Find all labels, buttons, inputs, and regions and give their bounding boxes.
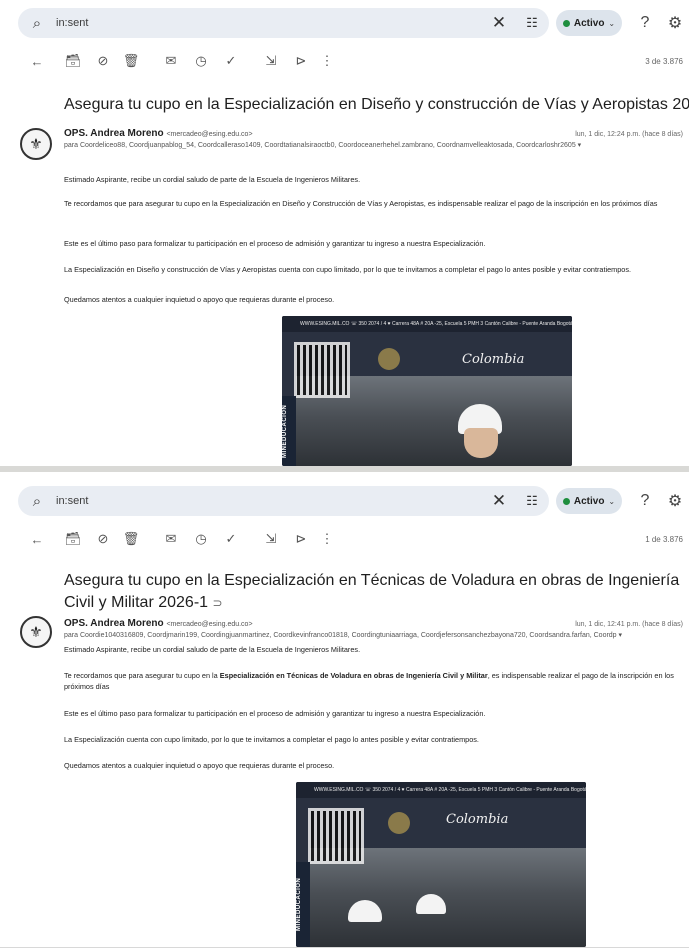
email-greeting: Estimado Aspirante, recibe un cordial sa… (64, 175, 361, 184)
banner-brand: Colombia (446, 812, 509, 827)
search-input[interactable]: in:sent (56, 495, 483, 507)
sender-line: OPS. Andrea Moreno <mercadeo@esing.edu.c… (64, 618, 253, 629)
move-to-icon[interactable]: ⇲ (262, 531, 280, 547)
email-date: lun, 1 dic, 12:24 p.m. (hace 8 días) (575, 131, 683, 138)
crest-icon: ⚜ (29, 136, 43, 153)
archive-icon[interactable]: 🗃 (64, 531, 82, 547)
email-date: lun, 1 dic, 12:41 p.m. (hace 8 días) (575, 621, 683, 628)
sender-line: OPS. Andrea Moreno <mercadeo@esing.edu.c… (64, 128, 253, 139)
sender-name: OPS. Andrea Moreno (64, 618, 164, 629)
para1-prefix: Te recordamos que para asegurar tu cupo … (64, 199, 658, 208)
add-task-icon[interactable]: ✓ (222, 531, 240, 547)
promo-banner-image: WWW.ESING.MIL.CO ☏ 350 2074 / 4 ♥ Carrer… (296, 782, 586, 947)
person-image (464, 428, 498, 458)
label-tag-icon[interactable]: ⊃ (213, 596, 223, 610)
crest-icon: ⚜ (29, 624, 43, 641)
para1-bold: Especialización en Técnicas de Voladura … (219, 671, 488, 680)
banner-contact-line: WWW.ESING.MIL.CO ☏ 350 2074 / 4 ♥ Carrer… (296, 782, 586, 798)
sender-avatar: ⚜ (20, 128, 52, 160)
report-spam-icon[interactable]: ⊘ (94, 53, 112, 69)
message-count: 3 de 3.876 (645, 56, 683, 66)
report-spam-icon[interactable]: ⊘ (94, 531, 112, 547)
mark-unread-icon[interactable]: ✉ (162, 53, 180, 69)
para1-prefix: Te recordamos que para asegurar tu cupo … (64, 671, 220, 680)
chevron-down-icon: ⌄ (608, 496, 616, 506)
email-subject: Asegura tu cupo en la Especialización en… (64, 570, 689, 614)
label-icon[interactable]: ⊳ (292, 531, 310, 547)
banner-brand: Colombia (462, 352, 525, 367)
email-paragraph-1: Te recordamos que para asegurar tu cupo … (64, 198, 683, 209)
archive-icon[interactable]: 🗃 (64, 53, 82, 69)
promo-banner-image: WWW.ESING.MIL.CO ☏ 350 2074 / 4 ♥ Carrer… (282, 316, 572, 466)
search-input[interactable]: in:sent (56, 17, 483, 29)
search-bar[interactable]: ⌕ in:sent ✕ ☷ (18, 8, 549, 38)
email-paragraph-4: Quedamos atentos a cualquier inquietud o… (64, 761, 335, 770)
search-options-icon[interactable]: ☷ (515, 493, 549, 509)
email-paragraph-3: La Especialización cuenta con cupo limit… (64, 735, 479, 744)
search-bar[interactable]: ⌕ in:sent ✕ ☷ (18, 486, 549, 516)
delete-icon[interactable]: 🗑 (122, 53, 140, 69)
status-label: Activo (573, 17, 605, 29)
back-arrow-icon[interactable]: ← (28, 532, 46, 547)
help-icon[interactable]: ? (634, 12, 656, 34)
status-dot (562, 497, 570, 505)
status-selector[interactable]: Activo ⌄ (556, 10, 622, 36)
recipients-line[interactable]: para Coordie1040316809, Coordjmarin199, … (64, 631, 683, 639)
clear-search-icon[interactable]: ✕ (483, 491, 515, 511)
gear-icon[interactable]: ⚙ (664, 12, 686, 34)
message-toolbar: ← 🗃 ⊘ 🗑 ✉ ◷ ✓ ⇲ ⊳ ⋮ 3 de 3.876 (0, 48, 689, 74)
back-arrow-icon[interactable]: ← (28, 54, 46, 69)
banner-side-text: MINEDUCACIÓN (282, 396, 296, 466)
help-icon[interactable]: ? (634, 490, 656, 512)
sender-email: <mercadeo@esing.edu.co> (166, 131, 253, 138)
school-crest-icon (388, 812, 410, 834)
chevron-down-icon: ⌄ (608, 18, 616, 28)
search-icon[interactable]: ⌕ (18, 493, 56, 510)
more-options-icon[interactable]: ⋮ (318, 531, 336, 547)
email-paragraph-4: Quedamos atentos a cualquier inquietud o… (64, 295, 335, 304)
email-paragraph-3: La Especialización en Diseño y construcc… (64, 265, 632, 274)
status-dot (562, 19, 570, 27)
status-label: Activo (573, 495, 605, 507)
email-screenshot-1: ⌕ in:sent ✕ ☷ Activo ⌄ ? ⚙ ← 🗃 ⊘ 🗑 ✉ ◷ ✓… (0, 0, 689, 467)
message-count: 1 de 3.876 (645, 534, 683, 544)
email-subject: Asegura tu cupo en la Especialización en… (64, 94, 689, 116)
label-icon[interactable]: ⊳ (292, 53, 310, 69)
email-paragraph-2: Este es el último paso para formalizar t… (64, 709, 486, 718)
email-screenshot-2: ⌕ in:sent ✕ ☷ Activo ⌄ ? ⚙ ← 🗃 ⊘ 🗑 ✉ ◷ ✓… (0, 466, 689, 948)
more-options-icon[interactable]: ⋮ (318, 53, 336, 69)
email-greeting: Estimado Aspirante, recibe un cordial sa… (64, 645, 361, 654)
search-options-icon[interactable]: ☷ (515, 15, 549, 31)
move-to-icon[interactable]: ⇲ (262, 53, 280, 69)
email-subject-text: Asegura tu cupo en la Especialización en… (64, 572, 680, 611)
sender-avatar: ⚜ (20, 616, 52, 648)
status-selector[interactable]: Activo ⌄ (556, 488, 622, 514)
gear-icon[interactable]: ⚙ (664, 490, 686, 512)
add-task-icon[interactable]: ✓ (222, 53, 240, 69)
search-icon[interactable]: ⌕ (18, 15, 56, 32)
email-paragraph-2: Este es el último paso para formalizar t… (64, 239, 486, 248)
school-crest-icon (378, 348, 400, 370)
recipients-line[interactable]: para Coordeliceo88, Coordjuanpablog_54, … (64, 141, 683, 149)
snooze-icon[interactable]: ◷ (192, 531, 210, 547)
clear-search-icon[interactable]: ✕ (483, 13, 515, 33)
mark-unread-icon[interactable]: ✉ (162, 531, 180, 547)
message-toolbar: ← 🗃 ⊘ 🗑 ✉ ◷ ✓ ⇲ ⊳ ⋮ 1 de 3.876 (0, 526, 689, 552)
banner-contact-line: WWW.ESING.MIL.CO ☏ 350 2074 / 4 ♥ Carrer… (282, 316, 572, 332)
email-paragraph-1: Te recordamos que para asegurar tu cupo … (64, 670, 683, 692)
snooze-icon[interactable]: ◷ (192, 53, 210, 69)
sender-name: OPS. Andrea Moreno (64, 128, 164, 139)
qr-code-icon (294, 342, 350, 398)
qr-code-icon (308, 808, 364, 864)
delete-icon[interactable]: 🗑 (122, 531, 140, 547)
banner-side-text: MINEDUCACIÓN (296, 862, 310, 947)
sender-email: <mercadeo@esing.edu.co> (166, 621, 253, 628)
email-subject-text: Asegura tu cupo en la Especialización en… (64, 96, 689, 113)
